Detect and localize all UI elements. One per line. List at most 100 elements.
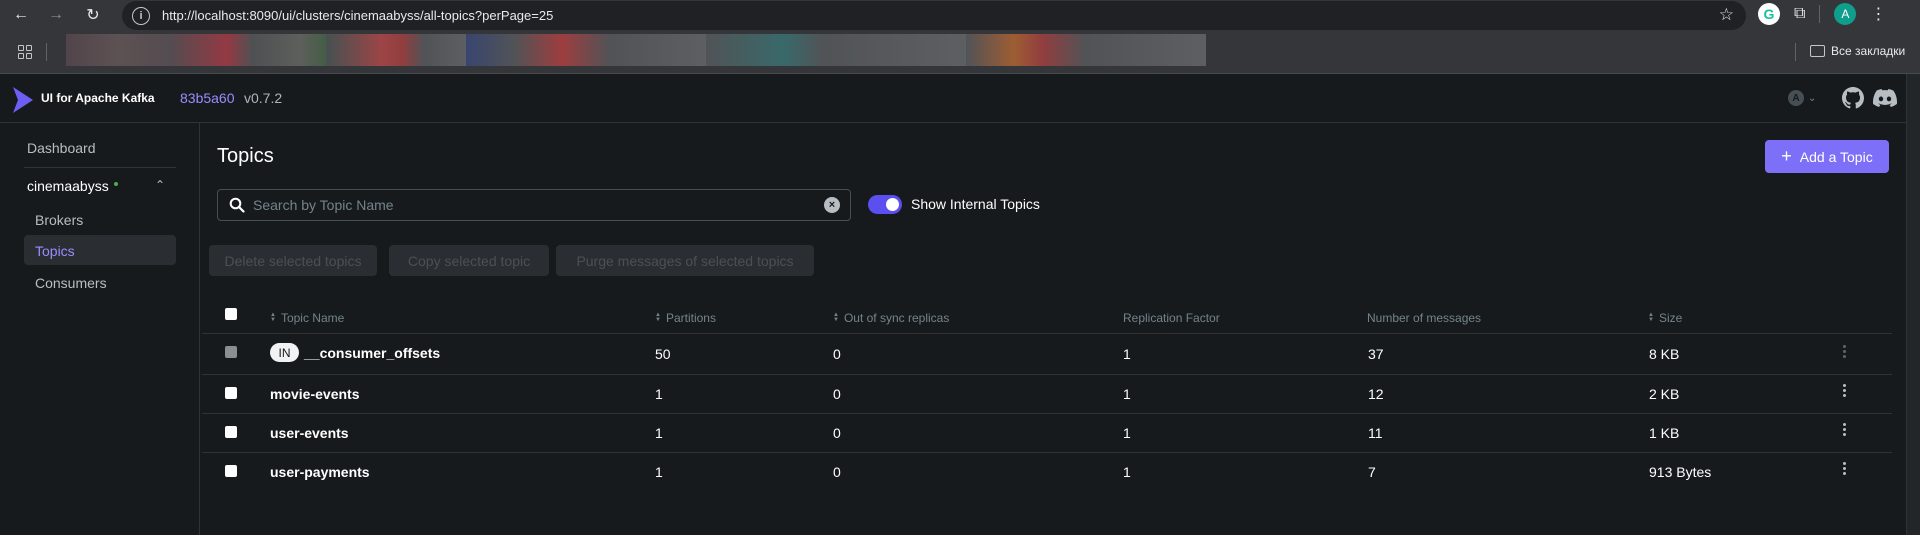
column-header-messages: Number of messages xyxy=(1367,311,1482,325)
row-divider xyxy=(202,452,1892,453)
internal-badge: IN xyxy=(270,343,299,362)
cluster-online-dot xyxy=(113,182,118,186)
row-menu-icon[interactable] xyxy=(1841,462,1847,475)
column-header-out-of-sync[interactable]: ▲ ▼ Out of sync replicas xyxy=(833,311,949,325)
app-header: UI for Apache Kafka 83b5a60 v0.7.2 A ⌄ xyxy=(0,75,1906,123)
user-menu[interactable]: A ⌄ xyxy=(1788,90,1816,106)
profile-avatar[interactable]: A xyxy=(1834,3,1857,25)
table-header-divider xyxy=(202,333,1892,334)
plus-icon: + xyxy=(1781,145,1792,166)
show-internal-topics-toggle[interactable] xyxy=(868,195,902,214)
messages-value: 37 xyxy=(1368,346,1384,362)
out-of-sync-value: 0 xyxy=(833,464,841,480)
extensions-puzzle-icon[interactable]: ⧉ xyxy=(1794,5,1805,23)
partitions-value: 50 xyxy=(655,346,671,362)
sort-icon: ▲ ▼ xyxy=(1648,312,1654,323)
blurred-bookmark[interactable] xyxy=(966,34,1206,66)
topic-name-link[interactable]: user-payments xyxy=(270,464,370,480)
github-icon[interactable] xyxy=(1842,87,1864,109)
browser-toolbar: ← → ↻ i http://localhost:8090/ui/cluster… xyxy=(0,0,1920,30)
partitions-value: 1 xyxy=(655,425,663,441)
apps-grid-icon[interactable] xyxy=(18,45,32,59)
sidebar-item-brokers[interactable]: Brokers xyxy=(35,212,83,228)
blurred-bookmark[interactable] xyxy=(66,34,326,66)
back-arrow-icon[interactable]: ← xyxy=(8,2,34,28)
bookmark-star-icon[interactable]: ☆ xyxy=(1719,5,1734,25)
folder-icon xyxy=(1810,45,1825,57)
version-hash-link[interactable]: 83b5a60 xyxy=(180,90,235,106)
chevron-up-icon[interactable]: ⌃ xyxy=(155,178,165,192)
row-divider xyxy=(202,374,1892,375)
forward-arrow-icon[interactable]: → xyxy=(43,2,69,28)
url-text[interactable]: http://localhost:8090/ui/clusters/cinema… xyxy=(162,8,553,23)
browser-menu-icon[interactable]: ⋮ xyxy=(1870,4,1886,24)
cluster-name: cinemaabyss xyxy=(27,178,109,194)
row-checkbox[interactable] xyxy=(225,426,237,438)
bookmarks-divider xyxy=(1795,43,1796,61)
row-checkbox[interactable] xyxy=(225,465,237,477)
page-title: Topics xyxy=(217,145,274,167)
clear-search-icon[interactable]: × xyxy=(824,197,840,213)
size-value: 2 KB xyxy=(1649,386,1680,402)
row-menu-icon[interactable] xyxy=(1841,384,1847,397)
add-topic-label: Add a Topic xyxy=(1799,148,1873,165)
discord-icon[interactable] xyxy=(1873,89,1897,107)
size-value: 8 KB xyxy=(1649,346,1680,362)
topic-name-link[interactable]: __consumer_offsets xyxy=(304,345,440,361)
replication-value: 1 xyxy=(1123,346,1131,362)
sidebar: Dashboard cinemaabyss ⌃ Brokers Topics C… xyxy=(0,123,200,535)
user-icon: A xyxy=(1788,90,1804,106)
partitions-value: 1 xyxy=(655,386,663,402)
toggle-knob xyxy=(886,198,899,211)
purge-messages-button[interactable]: Purge messages of selected topics xyxy=(556,245,814,276)
sort-icon: ▲ ▼ xyxy=(833,312,839,323)
out-of-sync-value: 0 xyxy=(833,346,841,362)
copy-selected-topic-button[interactable]: Copy selected topic xyxy=(389,245,549,276)
messages-value: 11 xyxy=(1368,425,1383,441)
grammarly-extension-icon[interactable]: G xyxy=(1758,3,1780,25)
kafka-ui-logo-icon[interactable] xyxy=(12,87,34,113)
topic-search[interactable]: × xyxy=(217,189,851,221)
sidebar-item-topics[interactable]: Topics xyxy=(35,243,75,259)
sidebar-item-consumers[interactable]: Consumers xyxy=(35,275,107,291)
all-bookmarks-label: Все закладки xyxy=(1831,44,1906,58)
sidebar-cluster[interactable]: cinemaabyss xyxy=(27,178,118,194)
page-scrollbar[interactable] xyxy=(1906,74,1920,535)
app-title[interactable]: UI for Apache Kafka xyxy=(41,91,155,105)
site-info-icon[interactable]: i xyxy=(132,6,150,25)
column-header-partitions[interactable]: ▲ ▼ Partitions xyxy=(655,311,716,325)
blurred-bookmark[interactable] xyxy=(466,34,706,66)
delete-selected-topics-button[interactable]: Delete selected topics xyxy=(209,245,377,276)
row-menu-icon[interactable] xyxy=(1841,345,1847,358)
add-topic-button[interactable]: + Add a Topic xyxy=(1765,140,1889,173)
out-of-sync-value: 0 xyxy=(833,386,841,402)
row-checkbox xyxy=(225,346,237,358)
topic-name-link[interactable]: user-events xyxy=(270,425,349,441)
messages-value: 7 xyxy=(1368,464,1376,480)
size-value: 913 Bytes xyxy=(1649,464,1712,480)
sidebar-divider xyxy=(24,167,176,168)
chevron-down-icon: ⌄ xyxy=(1808,92,1817,104)
replication-value: 1 xyxy=(1123,425,1131,441)
search-input[interactable] xyxy=(253,197,813,213)
all-bookmarks-folder[interactable]: Все закладки xyxy=(1810,44,1905,58)
column-header-replication-factor: Replication Factor xyxy=(1123,311,1220,325)
sort-icon: ▲ ▼ xyxy=(270,312,276,323)
row-checkbox[interactable] xyxy=(225,387,237,399)
select-all-checkbox[interactable] xyxy=(225,308,237,320)
reload-icon[interactable]: ↻ xyxy=(80,2,106,28)
toolbar-divider xyxy=(1819,5,1821,23)
blurred-bookmark[interactable] xyxy=(706,34,966,66)
size-value: 1 KB xyxy=(1649,425,1680,441)
topic-name-link[interactable]: movie-events xyxy=(270,386,359,402)
column-header-topic-name[interactable]: ▲ ▼ Topic Name xyxy=(270,311,344,325)
sidebar-item-dashboard[interactable]: Dashboard xyxy=(27,140,96,156)
show-internal-topics-label: Show Internal Topics xyxy=(911,196,1040,212)
sort-icon: ▲ ▼ xyxy=(655,312,661,323)
blurred-bookmark[interactable] xyxy=(326,34,466,66)
partitions-value: 1 xyxy=(655,464,663,480)
column-header-size[interactable]: ▲ ▼ Size xyxy=(1648,311,1682,325)
address-bar[interactable]: i http://localhost:8090/ui/clusters/cine… xyxy=(122,1,1746,30)
replication-value: 1 xyxy=(1123,386,1131,402)
row-menu-icon[interactable] xyxy=(1841,423,1847,436)
